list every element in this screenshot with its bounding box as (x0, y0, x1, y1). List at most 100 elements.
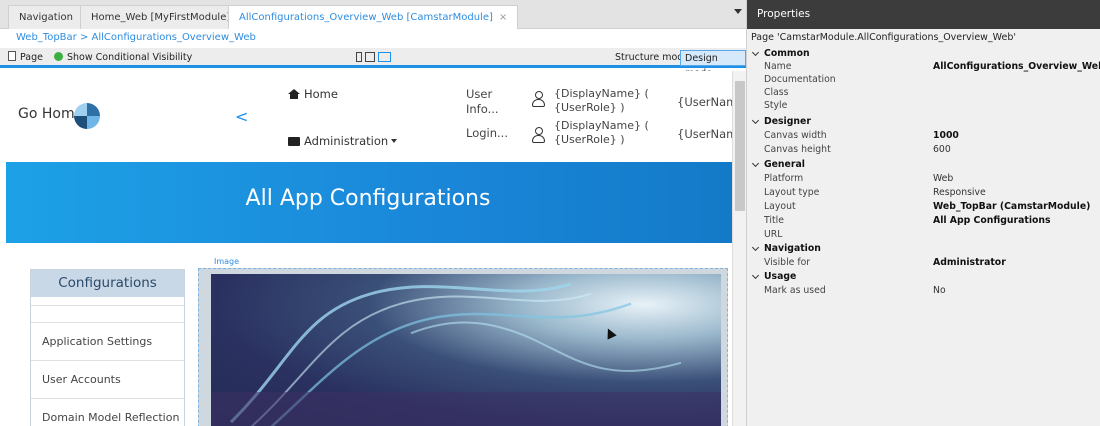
property-key: Canvas width (764, 130, 827, 141)
property-key: Layout type (764, 187, 820, 198)
property-row[interactable]: URL (747, 228, 1100, 241)
property-key: Style (764, 100, 788, 111)
page-button[interactable]: Page (8, 51, 43, 65)
property-key: Documentation (764, 74, 836, 85)
property-value: All App Configurations (933, 215, 1051, 226)
section-general[interactable]: General (747, 158, 1100, 171)
section-label: Common (764, 48, 810, 59)
briefcase-icon (288, 137, 300, 146)
scroll-thumb[interactable] (735, 81, 745, 211)
property-value: Web (933, 173, 954, 184)
chevron-down-icon[interactable] (734, 9, 742, 14)
section-label: General (764, 159, 805, 170)
property-key: Platform (764, 173, 804, 184)
chevron-down-icon (751, 159, 760, 168)
property-row[interactable]: Name AllConfigurations_Overview_Web (747, 60, 1100, 73)
configurations-heading: Configurations (31, 270, 184, 297)
properties-subtitle: Page 'CamstarModule.AllConfigurations_Ov… (751, 32, 1017, 43)
property-row[interactable]: Layout type Responsive (747, 186, 1100, 199)
section-common[interactable]: Common (747, 47, 1100, 60)
design-mode-button[interactable]: Design mode (680, 50, 746, 79)
properties-panel: Properties Page 'CamstarModule.AllConfig… (746, 0, 1100, 426)
page-icon (8, 51, 16, 61)
list-item-domain-model-reflection[interactable]: Domain Model Reflection (31, 398, 184, 426)
nav-home[interactable]: Home (288, 87, 338, 101)
property-row[interactable]: Documentation (747, 73, 1100, 86)
user-name-text: {UserName (677, 127, 736, 141)
property-row[interactable]: Canvas width 1000 (747, 129, 1100, 142)
show-conditional-visibility-button[interactable]: Show Conditional Visibility (54, 51, 192, 65)
display-name-text: {DisplayName} ( {UserRole} ) (554, 119, 649, 146)
property-key: URL (764, 229, 783, 240)
eye-icon (54, 52, 63, 61)
design-canvas: Go Home < Home Administration User Info.… (0, 71, 736, 426)
tab-home-web[interactable]: Home_Web [MyFirstModule] (80, 5, 242, 29)
breadcrumb[interactable]: Web_TopBar > AllConfigurations_Overview_… (0, 29, 746, 47)
section-designer[interactable]: Designer (747, 115, 1100, 128)
property-row[interactable]: Visible for Administrator (747, 256, 1100, 269)
property-value: 1000 (933, 130, 959, 141)
list-item-application-settings[interactable]: Application Settings (31, 322, 184, 359)
user-icon (532, 127, 545, 143)
close-icon[interactable]: × (499, 12, 507, 23)
property-value: Administrator (933, 257, 1006, 268)
chevron-down-icon (751, 243, 760, 252)
chevron-down-icon (751, 271, 760, 280)
property-key: Class (764, 87, 789, 98)
chevron-down-icon (751, 48, 760, 57)
user-name-text: {UserName (677, 95, 736, 109)
user-icon (532, 91, 545, 107)
desktop-icon[interactable] (378, 52, 391, 62)
list-item-empty[interactable] (31, 305, 184, 321)
document-tab-bar: Navigation Home_Web [MyFirstModule] AllC… (0, 0, 746, 29)
page-title: All App Configurations (245, 186, 491, 211)
tablet-icon[interactable] (365, 52, 375, 62)
nav-administration[interactable]: Administration (288, 134, 398, 148)
list-item-user-accounts[interactable]: User Accounts (31, 360, 184, 397)
property-value: Responsive (933, 187, 986, 198)
property-row[interactable]: Platform Web (747, 172, 1100, 185)
chevron-down-icon (751, 116, 760, 125)
property-key: Visible for (764, 257, 811, 268)
page-label: Page (20, 52, 43, 63)
property-value: 600 (933, 144, 951, 155)
home-icon (288, 89, 300, 99)
phone-icon[interactable] (356, 52, 362, 62)
visibility-label: Show Conditional Visibility (67, 52, 193, 63)
configurations-panel: Configurations Application Settings User… (30, 269, 185, 426)
display-name-text: {DisplayName} ( {UserRole} ) (554, 87, 649, 114)
property-row[interactable]: Canvas height 600 (747, 143, 1100, 156)
property-value: Web_TopBar (CamstarModule) (933, 201, 1091, 212)
tab-allconfigurations-overview[interactable]: AllConfigurations_Overview_Web [CamstarM… (228, 5, 519, 29)
property-row[interactable]: Title All App Configurations (747, 214, 1100, 227)
user-info-link[interactable]: User Info... (466, 87, 499, 117)
property-key: Canvas height (764, 144, 831, 155)
property-row[interactable]: Style (747, 99, 1100, 112)
property-row[interactable]: Mark as used No (747, 284, 1100, 297)
tab-navigation[interactable]: Navigation (8, 5, 84, 29)
property-key: Name (764, 61, 792, 72)
property-value: No (933, 285, 946, 296)
section-label: Usage (764, 271, 797, 282)
property-row[interactable]: Class (747, 86, 1100, 99)
device-switcher (356, 52, 394, 64)
login-link[interactable]: Login... (466, 126, 508, 140)
section-label: Designer (764, 116, 811, 127)
section-usage[interactable]: Usage (747, 270, 1100, 283)
nav-admin-label: Administration (304, 134, 389, 148)
image-widget[interactable] (198, 268, 728, 426)
app-window: Navigation Home_Web [MyFirstModule] AllC… (0, 0, 1100, 426)
smoke-image (211, 274, 721, 426)
property-key: Title (764, 215, 784, 226)
canvas-scrollbar[interactable] (732, 71, 746, 426)
editor-toolbar: Page Show Conditional Visibility Structu… (0, 48, 746, 79)
tab-label: AllConfigurations_Overview_Web [CamstarM… (239, 12, 493, 23)
nav-home-label: Home (304, 87, 338, 101)
section-navigation[interactable]: Navigation (747, 242, 1100, 255)
tab-label: Home_Web [MyFirstModule] (91, 12, 231, 23)
property-value: AllConfigurations_Overview_Web (933, 61, 1100, 72)
logo-icon (74, 103, 100, 129)
back-button[interactable]: < (235, 107, 248, 126)
image-widget-label: Image (214, 257, 240, 266)
property-row[interactable]: Layout Web_TopBar (CamstarModule) (747, 200, 1100, 213)
